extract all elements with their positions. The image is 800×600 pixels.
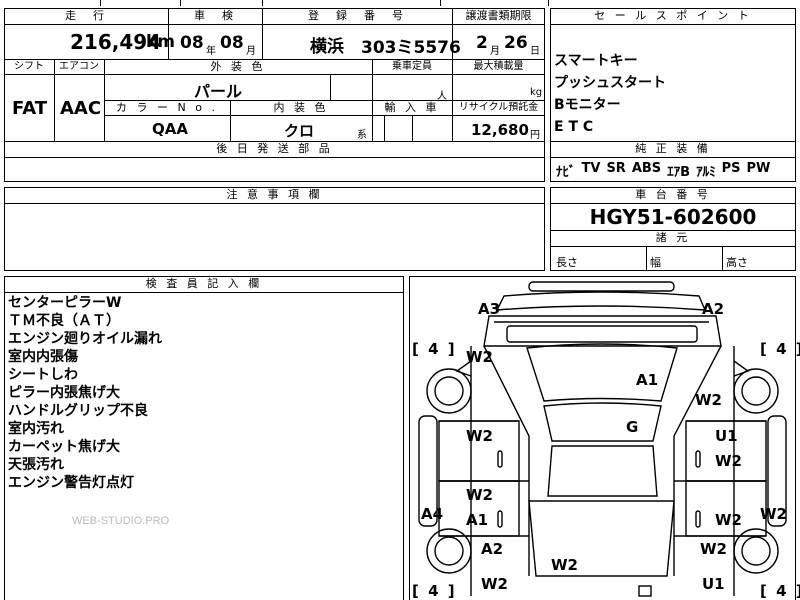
transfer-month: 2 — [476, 33, 488, 53]
recycle-unit: 円 — [530, 130, 540, 141]
inspector-note: 天張汚れ — [8, 457, 64, 473]
transfer-month-unit: 月 — [490, 46, 500, 57]
color-no-header: カ ラ ー N o . — [116, 101, 218, 114]
interior-color-header: 内 装 色 — [273, 101, 329, 114]
sales-point-item: Bモニター — [554, 97, 621, 113]
inspector-note: エンジン廻りオイル漏れ — [8, 331, 162, 347]
dimension-width-label: 幅 — [650, 256, 661, 269]
mark-right-rear-door: W2 — [715, 511, 742, 529]
inspector-note: ハンドルグリップ不良 — [8, 403, 148, 419]
watermark: WEB-STUDIO.PRO — [72, 515, 170, 527]
inspection-year: 08 — [180, 33, 204, 53]
dimensions-header: 諸 元 — [655, 231, 691, 244]
mark-left-rear-fender-b: W2 — [481, 575, 508, 593]
equipment-header: 純 正 装 備 — [635, 142, 711, 155]
equipment-item: TV — [581, 161, 601, 176]
mark-left-rear-fender-a: A2 — [481, 540, 504, 558]
inspector-note: カーペット焦げ大 — [8, 439, 120, 455]
interior-color-suffix: 系 — [357, 130, 367, 141]
sales-points-list: スマートキー プッシュスタート Bモニター E T C — [554, 50, 666, 138]
after-parts-header: 後 日 発 送 部 品 — [216, 142, 333, 155]
equipment-list: ﾅﾋﾞ TV SR ABS ｴｱB ｱﾙﾐ PS PW — [556, 161, 794, 180]
mark-roof: A1 — [636, 371, 659, 389]
shift-value: FAT — [12, 98, 48, 119]
mark-front-right-corner: A2 — [702, 300, 725, 318]
registration-number: 303ミ5576 — [361, 38, 461, 58]
registration-place: 横浜 — [310, 37, 344, 57]
capacity-header: 乗車定員 — [392, 61, 432, 72]
mark-left-rocker: A4 — [421, 505, 444, 523]
inspector-note: ピラー内張焦げ大 — [8, 385, 120, 401]
mark-front-left-fender: W2 — [466, 348, 493, 366]
registration-header: 登 録 番 号 — [308, 9, 406, 22]
inspector-note: ＴＭ不良（ＡＴ） — [8, 313, 120, 329]
mark-right-rocker: W2 — [760, 505, 787, 523]
inspection-month-unit: 月 — [246, 46, 256, 57]
mark-right-rear-fender-b: U1 — [702, 575, 725, 593]
dimension-height-label: 高さ — [726, 256, 748, 269]
mark-right-front-door-a: U1 — [715, 427, 738, 445]
caution-header: 注 意 事 項 欄 — [226, 188, 323, 201]
tyre-rear-right-value: [ 4 ] — [760, 582, 800, 600]
color-no-value: QAA — [152, 120, 188, 138]
chassis-number: HGY51-602600 — [589, 205, 757, 229]
tyre-front-right-value: [ 4 ] — [760, 340, 800, 358]
equipment-item: ﾅﾋﾞ — [556, 165, 576, 180]
sales-point-item: プッシュスタート — [554, 75, 666, 91]
mark-left-rear-door-a: W2 — [466, 486, 493, 504]
dimension-length-label: 長さ — [556, 256, 578, 269]
shift-header: シフト — [14, 61, 44, 72]
transfer-deadline-header: 譲渡書類期限 — [465, 9, 532, 22]
aircon-value: AAC — [60, 98, 102, 119]
import-header: 輸 入 車 — [384, 101, 440, 114]
exterior-color-value: パール — [194, 82, 243, 101]
transfer-day-unit: 日 — [530, 46, 540, 57]
equipment-item: ｴｱB — [667, 165, 691, 180]
inspector-note: 室内内張傷 — [8, 349, 78, 365]
tyre-front-left-value: [ 4 ] — [412, 340, 457, 358]
mark-front-left-corner: A3 — [478, 300, 501, 318]
equipment-item: PW — [746, 161, 771, 176]
capacity-unit: 人 — [437, 91, 447, 102]
chassis-header: 車 台 番 号 — [635, 188, 711, 201]
sales-point-item: スマートキー — [554, 53, 638, 69]
transfer-day: 26 — [504, 33, 528, 53]
inspection-year-unit: 年 — [206, 46, 216, 57]
recycle-header: リサイクル預託金 — [458, 102, 539, 113]
equipment-item: PS — [721, 161, 741, 176]
max-load-header: 最大積載量 — [473, 61, 524, 72]
inspection-header: 車 検 — [194, 9, 236, 22]
mileage-header: 走 行 — [65, 9, 107, 22]
equipment-item: ABS — [631, 161, 662, 176]
max-load-unit: kg — [530, 87, 543, 98]
top-cutoff-row — [0, 0, 800, 6]
inspector-note: エンジン警告灯点灯 — [8, 475, 134, 491]
inspector-note: シートしわ — [8, 367, 78, 383]
sales-point-item: E T C — [554, 119, 594, 135]
inspector-header: 検 査 員 記 入 欄 — [145, 277, 263, 290]
mark-right-rear-fender-a: W2 — [700, 540, 727, 558]
aircon-header: エアコン — [59, 61, 99, 72]
sales-points-header: セ ー ル ス ポ イ ン ト — [594, 9, 752, 22]
tyre-rear-left-value: [ 4 ] — [412, 582, 457, 600]
equipment-item: SR — [606, 161, 626, 176]
exterior-color-header: 外 装 色 — [210, 60, 266, 73]
inspector-note: センターピラーW — [8, 295, 122, 311]
recycle-value: 12,680 — [471, 121, 529, 139]
equipment-item: ｱﾙﾐ — [696, 165, 716, 180]
mark-cabin: G — [626, 418, 639, 436]
inspector-note: 室内汚れ — [8, 421, 64, 437]
mileage-unit: km — [146, 32, 176, 52]
mark-front-right-fender: W2 — [695, 391, 722, 409]
mark-left-rear-door-b: A1 — [466, 511, 489, 529]
mark-left-front-door: W2 — [466, 427, 493, 445]
interior-color-value: クロ — [284, 122, 315, 140]
mark-tailgate: W2 — [551, 556, 578, 574]
inspection-month: 08 — [220, 33, 244, 53]
mark-right-front-door-b: W2 — [715, 452, 742, 470]
